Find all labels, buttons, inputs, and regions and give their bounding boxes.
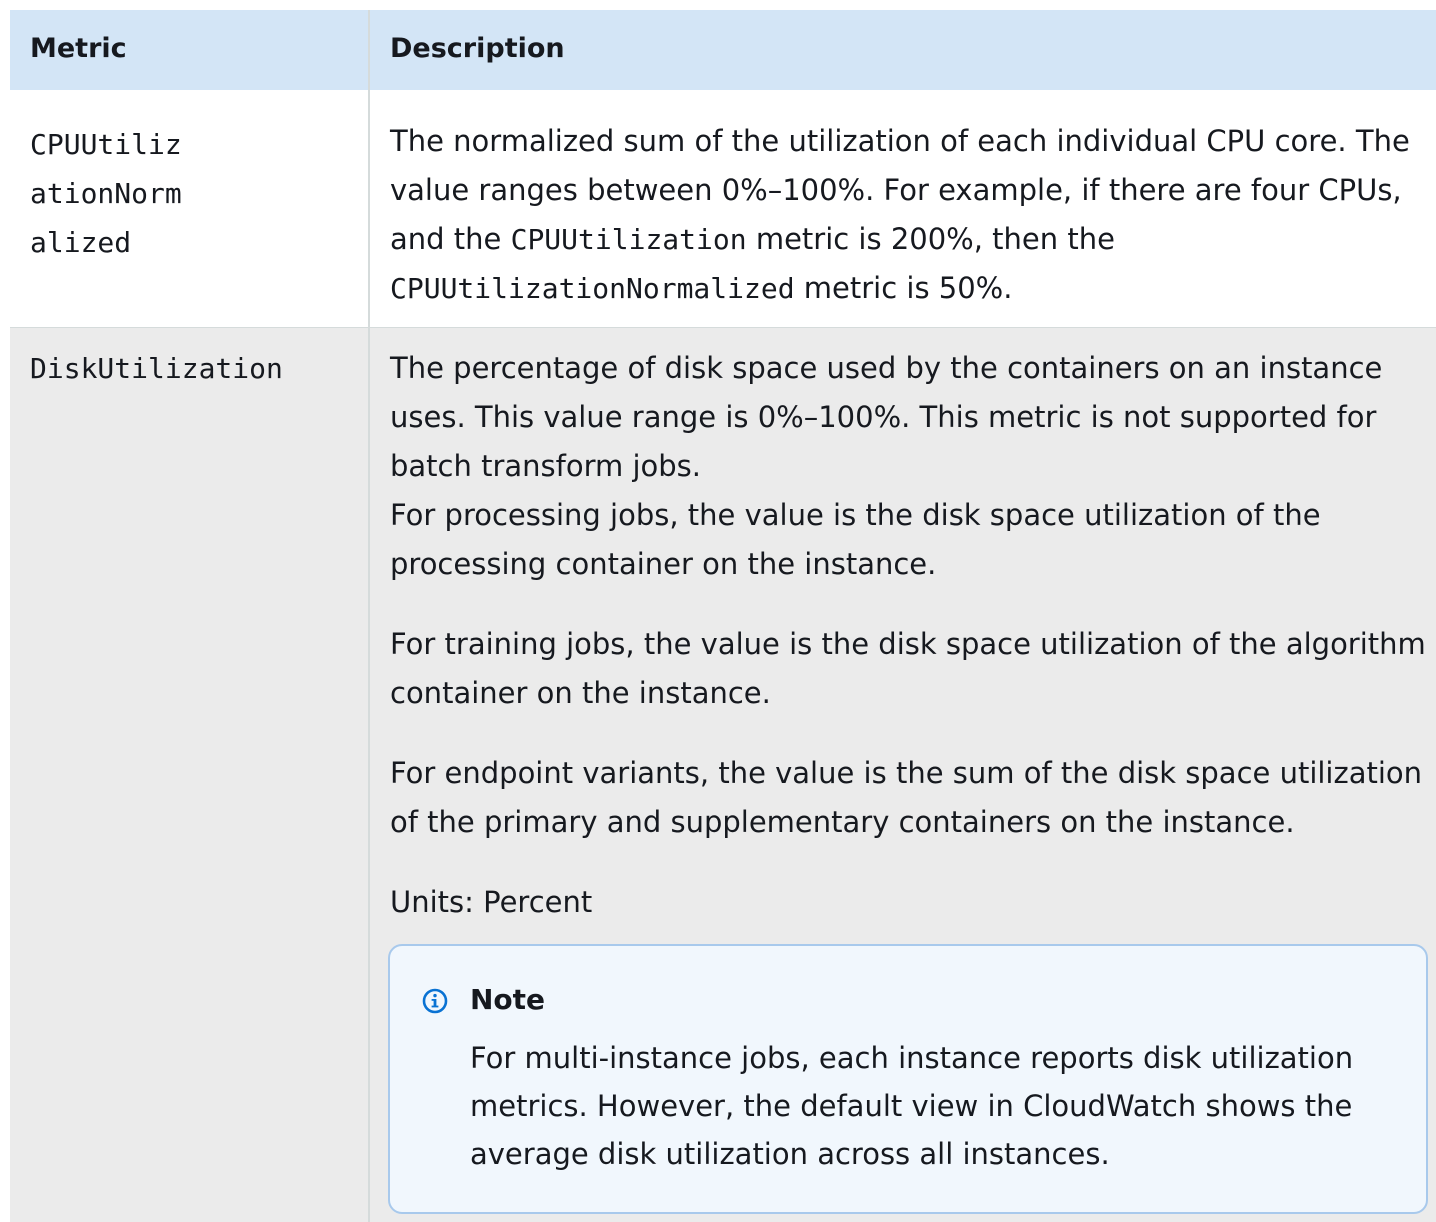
metric-description: The percentage of disk space used by the… bbox=[390, 344, 1430, 927]
column-header-description: Description bbox=[390, 33, 565, 64]
metric-name: CPUUtiliz ationNorm alized bbox=[30, 120, 182, 267]
description-paragraph: The normalized sum of the utilization of… bbox=[390, 117, 1430, 313]
description-text: The percentage of disk space used by the… bbox=[390, 351, 1383, 483]
metric-name-line: CPUUtiliz bbox=[30, 128, 182, 161]
metric-name-line: alized bbox=[30, 226, 132, 259]
info-icon bbox=[422, 988, 448, 1014]
table-row: CPUUtiliz ationNorm alized The normalize… bbox=[10, 90, 1436, 328]
column-divider bbox=[368, 10, 370, 1222]
metrics-table: Metric Description CPUUtiliz ationNorm a… bbox=[10, 10, 1436, 1222]
description-text: For processing jobs, the value is the di… bbox=[390, 498, 1321, 581]
metric-name-line: ationNorm bbox=[30, 177, 182, 210]
description-text: metric is 200%, then the bbox=[746, 222, 1115, 256]
note-title: Note bbox=[470, 983, 546, 1016]
code-cpuutilizationnormalized: CPUUtilizationNormalized bbox=[390, 272, 795, 305]
description-paragraph: For endpoint variants, the value is the … bbox=[390, 756, 1423, 839]
description-text: metric is 50%. bbox=[794, 271, 1013, 305]
units-label: Units: Percent bbox=[390, 885, 593, 919]
table-row: DiskUtilization The percentage of disk s… bbox=[10, 328, 1436, 1222]
note-callout: Note For multi-instance jobs, each insta… bbox=[388, 944, 1428, 1214]
metric-description: The normalized sum of the utilization of… bbox=[390, 117, 1430, 313]
table-header: Metric Description bbox=[10, 10, 1436, 90]
metric-name: DiskUtilization bbox=[30, 352, 283, 385]
note-body: For multi-instance jobs, each instance r… bbox=[470, 1041, 1354, 1171]
column-header-metric: Metric bbox=[30, 33, 127, 64]
code-cpuutilization: CPUUtilization bbox=[510, 223, 747, 256]
description-paragraph: For training jobs, the value is the disk… bbox=[390, 627, 1426, 710]
description-paragraph: The percentage of disk space used by the… bbox=[390, 344, 1430, 589]
